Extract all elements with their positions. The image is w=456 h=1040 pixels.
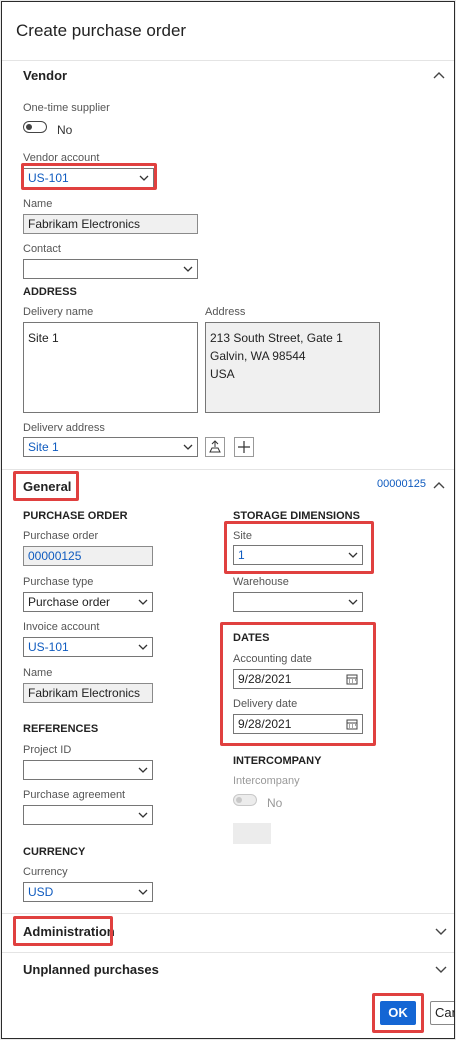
address-display: 213 South Street, Gate 1 Galvin, WA 9854… (205, 322, 380, 413)
purchase-order-field: 00000125 (23, 546, 153, 566)
address-line-1: 213 South Street, Gate 1 (210, 331, 343, 345)
intercompany-toggle[interactable] (233, 794, 257, 806)
address-label: Address (205, 306, 246, 318)
chevron-down-icon[interactable] (434, 964, 448, 974)
intercompany-value: No (267, 796, 283, 810)
currency-label: Currency (23, 866, 68, 878)
project-id-select[interactable] (23, 760, 153, 780)
references-heading: REFERENCES (23, 723, 99, 735)
purchase-order-value: 00000125 (28, 549, 82, 563)
toggle-knob (236, 797, 242, 803)
delivery-address-value: Site 1 (28, 440, 59, 454)
chevron-down-icon (138, 812, 148, 818)
delivery-address-label: Delivery address (23, 422, 105, 431)
purchase-type-select[interactable]: Purchase order (23, 592, 153, 612)
divider (2, 913, 454, 914)
one-time-supplier-value: No (57, 123, 73, 137)
delivery-name-input[interactable]: Site 1 (23, 322, 198, 413)
section-vendor-header[interactable]: Vendor (23, 68, 67, 83)
purchase-type-label: Purchase type (23, 576, 94, 588)
chevron-down-icon (183, 266, 193, 272)
plus-icon (238, 441, 250, 453)
warehouse-label: Warehouse (233, 576, 289, 588)
currency-select[interactable]: USD (23, 882, 153, 902)
purchase-type-value: Purchase order (28, 595, 111, 609)
contact-select[interactable] (23, 259, 198, 279)
toggle-knob (26, 124, 32, 130)
map-pin-icon (209, 440, 221, 453)
one-time-supplier-label: One-time supplier (23, 102, 110, 114)
invoice-account-label: Invoice account (23, 621, 100, 633)
delivery-address-label-clip: Delivery address (23, 422, 105, 431)
section-unplanned-purchases-header[interactable]: Unplanned purchases (23, 962, 159, 977)
chevron-up-icon[interactable] (432, 480, 446, 490)
intercompany-placeholder-button (233, 823, 271, 844)
general-name-label: Name (23, 667, 53, 679)
general-name-value: Fabrikam Electronics (28, 686, 141, 700)
divider (2, 469, 454, 470)
divider (2, 952, 454, 953)
name-label: Name (23, 198, 53, 210)
highlight-administration (13, 916, 113, 946)
purchase-order-label: Purchase order (23, 530, 99, 542)
chevron-down-icon (138, 644, 148, 650)
highlight-general (13, 471, 79, 501)
divider (2, 60, 454, 61)
delivery-name-value: Site 1 (28, 331, 59, 345)
delivery-name-label: Delivery name (23, 306, 94, 318)
chevron-down-icon (183, 444, 193, 450)
chevron-down-icon (138, 889, 148, 895)
one-time-supplier-toggle[interactable] (23, 121, 47, 133)
general-summary-value: 00000125 (377, 478, 426, 490)
contact-label: Contact (23, 243, 61, 255)
purchase-agreement-select[interactable] (23, 805, 153, 825)
chevron-down-icon[interactable] (434, 926, 448, 936)
cancel-button[interactable]: Can (430, 1001, 454, 1025)
vendor-name-value: Fabrikam Electronics (28, 217, 141, 231)
add-address-button[interactable] (234, 437, 254, 457)
highlight-site (224, 521, 374, 574)
purchase-agreement-label: Purchase agreement (23, 789, 126, 801)
project-id-label: Project ID (23, 744, 72, 756)
currency-heading: CURRENCY (23, 846, 86, 858)
highlight-vendor-account (21, 163, 157, 190)
delivery-address-select[interactable]: Site 1 (23, 437, 198, 457)
intercompany-label: Intercompany (233, 775, 300, 787)
general-name-field: Fabrikam Electronics (23, 683, 153, 703)
warehouse-select[interactable] (233, 592, 363, 612)
highlight-dates (220, 622, 376, 746)
address-heading: ADDRESS (23, 286, 77, 298)
invoice-account-value: US-101 (28, 640, 69, 654)
vendor-name-field: Fabrikam Electronics (23, 214, 198, 234)
address-line-2: Galvin, WA 98544 (210, 349, 306, 363)
chevron-down-icon (348, 599, 358, 605)
chevron-down-icon (138, 767, 148, 773)
chevron-up-icon[interactable] (432, 70, 446, 80)
dialog-title: Create purchase order (16, 21, 187, 40)
highlight-ok-button (372, 993, 424, 1033)
currency-value: USD (28, 885, 54, 899)
create-purchase-order-dialog: Create purchase order Vendor One-time su… (1, 1, 455, 1039)
address-line-3: USA (210, 367, 235, 381)
invoice-account-select[interactable]: US-101 (23, 637, 153, 657)
chevron-down-icon (138, 599, 148, 605)
purchase-order-heading: PURCHASE ORDER (23, 510, 128, 522)
intercompany-heading: INTERCOMPANY (233, 755, 322, 767)
map-location-button[interactable] (205, 437, 225, 457)
